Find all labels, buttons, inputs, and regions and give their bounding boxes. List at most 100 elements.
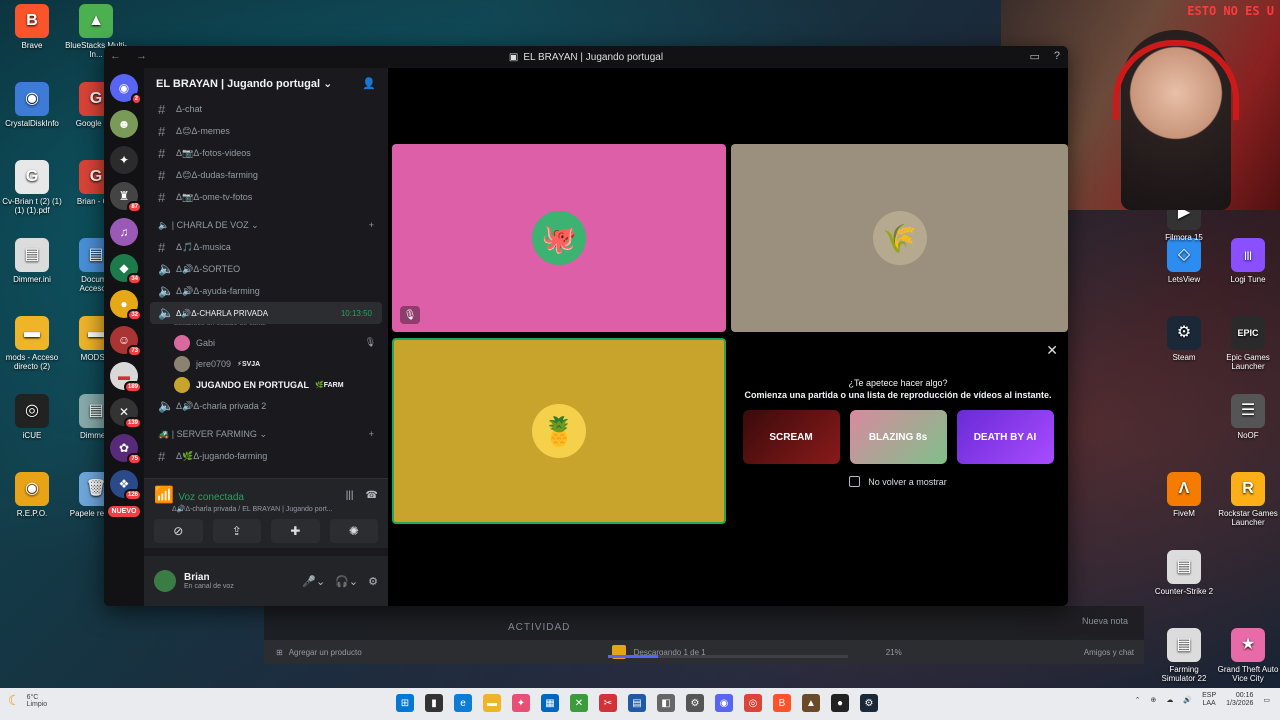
inbox-icon[interactable]: ▭ (1029, 50, 1039, 63)
store-icon[interactable]: ▦ (541, 694, 559, 712)
desktop-shortcut[interactable]: ☰ NoOF (1216, 394, 1280, 440)
nueva-nota-button[interactable]: Nueva nota (1082, 616, 1128, 626)
xbox-icon[interactable]: ✕ (570, 694, 588, 712)
participant-tile-gabi[interactable]: 🐙 🎙 (392, 144, 726, 332)
camera-button[interactable]: ⊘ (154, 519, 203, 543)
tray-app-icon[interactable]: ⊕ (1151, 696, 1157, 704)
brave-icon[interactable]: B (773, 694, 791, 712)
desktop-shortcut[interactable]: ◉ CrystalDiskInfo (0, 82, 64, 128)
copilot-icon[interactable]: ✦ (512, 694, 530, 712)
voice-channel-active[interactable]: 🔈 Δ🔊Δ-charla privada 10:13:50 (150, 302, 382, 324)
desktop-shortcut[interactable]: B Brave (0, 4, 64, 50)
desktop-shortcut[interactable]: ◎ iCUE (0, 394, 64, 440)
noise-suppression-icon[interactable]: ||| (346, 490, 354, 501)
screenshare-button[interactable]: ⇪ (212, 519, 261, 543)
settings-icon[interactable]: ⚙ (686, 694, 704, 712)
desktop-shortcut[interactable]: EPIC Epic Games Launcher (1216, 316, 1280, 371)
avatar[interactable] (154, 570, 176, 592)
guild-icon[interactable]: ♜ 87 (110, 182, 142, 213)
voice-connected-subtitle[interactable]: Δ🔊Δ-charla privada / EL BRAYAN | Jugando… (144, 505, 388, 513)
game-card-death-by-ai[interactable]: DEATH BY AI (956, 410, 1054, 464)
mouse-app-icon[interactable]: ◧ (657, 694, 675, 712)
voice-user[interactable]: Gabi 🎙 (144, 332, 388, 353)
desktop-shortcut[interactable]: ▤ Dimmer.ini (0, 238, 64, 284)
snip-icon[interactable]: ✂ (599, 694, 617, 712)
guild-icon[interactable]: ● 32 (110, 290, 142, 321)
nav-arrows[interactable]: ← → (110, 50, 153, 62)
channel-item[interactable]: # Δ😊Δ-memes (144, 120, 388, 142)
farming-category[interactable]: 🚜 | SERVER FARMING ⌄ + (144, 423, 388, 445)
voice-category[interactable]: 🔈 | CHARLA DE VOZ ⌄ + (144, 214, 388, 236)
nuevo-badge[interactable]: NUEVO (107, 506, 141, 517)
activities-button[interactable]: ✚ (271, 519, 320, 543)
obs-icon[interactable]: ● (831, 694, 849, 712)
desktop-shortcut[interactable]: ★ Grand Theft Auto Vice City (1216, 628, 1280, 683)
channel-item[interactable]: # Δ📷Δ-fotos-videos (144, 142, 388, 164)
desktop-shortcut[interactable]: ⚙ Steam (1152, 316, 1216, 362)
add-product-icon[interactable]: ⊞ (276, 648, 283, 657)
disconnect-icon[interactable]: ☎ (366, 490, 378, 501)
desktop-shortcut[interactable]: ▤ Counter-Strike 2 (1152, 550, 1216, 596)
voice-user[interactable]: JUGANDO EN PORTUGAL 🌿FARM (144, 374, 388, 395)
settings-gear-icon[interactable]: ⚙ (368, 575, 378, 588)
volume-icon[interactable]: 🔊 (1183, 696, 1192, 704)
channel-item[interactable]: # Δ🎵Δ-musica (144, 236, 388, 258)
file-explorer-icon[interactable]: ▬ (483, 694, 501, 712)
wifi-icon[interactable]: ☁ (1166, 696, 1173, 704)
desktop-shortcut[interactable]: ▤ Farming Simulator 22 (1152, 628, 1216, 683)
server-header[interactable]: EL BRAYAN | Jugando portugal ⌄ 👤 (144, 68, 388, 98)
headphones-icon[interactable]: 🎧⌄ (335, 575, 358, 588)
guild-icon[interactable]: ☺ 73 (110, 326, 142, 357)
game-card-scream[interactable]: SCREAM (742, 410, 840, 464)
chevron-up-icon[interactable]: ⌃ (1135, 696, 1141, 704)
voice-user[interactable]: jere0709 ⚡SVJA (144, 353, 388, 374)
weather-widget[interactable]: ☾ 6°C Limpio (8, 692, 47, 709)
discord-taskbar-icon[interactable]: ◉ (715, 694, 733, 712)
channel-item[interactable]: # Δ🌿Δ-jugando-farming (144, 445, 388, 467)
channel-item[interactable]: # Δ📷Δ-ome-tv-fotos (144, 186, 388, 208)
discord-home-icon[interactable]: ◉ 2 (110, 74, 142, 105)
desktop-shortcut[interactable]: R Rockstar Games Launcher (1216, 472, 1280, 527)
soundboard-button[interactable]: ✺ (329, 519, 378, 543)
close-icon[interactable]: ✕ (1046, 342, 1058, 359)
add-channel-icon[interactable]: + (369, 429, 374, 439)
agregar-producto-link[interactable]: Agregar un producto (289, 648, 362, 657)
desktop-shortcut[interactable]: ▬ mods - Acceso directo (2) (0, 316, 64, 371)
edge-icon[interactable]: e (454, 694, 472, 712)
steam-taskbar-icon[interactable]: ⚙ (860, 694, 878, 712)
channel-item[interactable]: # Δ😊Δ-dudas-farming (144, 164, 388, 186)
start-icon[interactable]: ⊞ (396, 694, 414, 712)
guild-icon[interactable]: ☻ (110, 110, 138, 138)
guild-icon[interactable]: ✕ 139 (110, 398, 142, 429)
guild-icon[interactable]: ◆ 34 (110, 254, 142, 285)
guild-icon[interactable]: ▬ 189 (110, 362, 142, 393)
help-icon[interactable]: ? (1054, 50, 1060, 63)
add-member-icon[interactable]: 👤 (362, 77, 376, 90)
language-indicator[interactable]: ESP LAA (1202, 692, 1216, 709)
participant-tile-jere[interactable]: 🌾 (731, 144, 1068, 332)
chrome-icon[interactable]: ◎ (744, 694, 762, 712)
calculator-icon[interactable]: ▤ (628, 694, 646, 712)
desktop-shortcut[interactable]: Λ FiveM (1152, 472, 1216, 518)
voice-channel-item[interactable]: 🔈 Δ🔊Δ-charla privada 2 (144, 395, 388, 417)
voice-channel-item[interactable]: 🔈 Δ🔊Δ-ayuda-farming (144, 280, 388, 302)
task-view-icon[interactable]: ▮ (425, 694, 443, 712)
add-channel-icon[interactable]: + (369, 220, 374, 230)
desktop-shortcut[interactable]: ◉ R.E.P.O. (0, 472, 64, 518)
guild-icon[interactable]: ✿ 75 (110, 434, 142, 465)
notification-icon[interactable]: ▭ (1263, 696, 1270, 704)
game-card-blazing[interactable]: BLAZING 8s (849, 410, 947, 464)
amigos-chat-button[interactable]: Amigos y chat (1084, 648, 1134, 657)
dont-show-checkbox[interactable] (849, 476, 861, 487)
clock[interactable]: 00:16 1/3/2026 (1226, 692, 1253, 709)
desktop-shortcut[interactable]: ◇ LetsView (1152, 238, 1216, 284)
desktop-shortcut[interactable]: G Cv-Brian t (2) (1) (1) (1).pdf (0, 160, 64, 215)
guild-icon[interactable]: ✦ (110, 146, 138, 174)
farming-sim-icon[interactable]: ▲ (802, 694, 820, 712)
microphone-icon[interactable]: 🎤⌄ (302, 575, 325, 588)
guild-icon[interactable]: ♫ (110, 218, 138, 246)
guild-icon[interactable]: ❖ 126 (110, 470, 142, 501)
desktop-shortcut[interactable]: ||| Logi Tune (1216, 238, 1280, 284)
channel-item[interactable]: # Δ-chat (144, 98, 388, 120)
voice-channel-item[interactable]: 🔈 Δ🔊Δ-SORTEO (144, 258, 388, 280)
